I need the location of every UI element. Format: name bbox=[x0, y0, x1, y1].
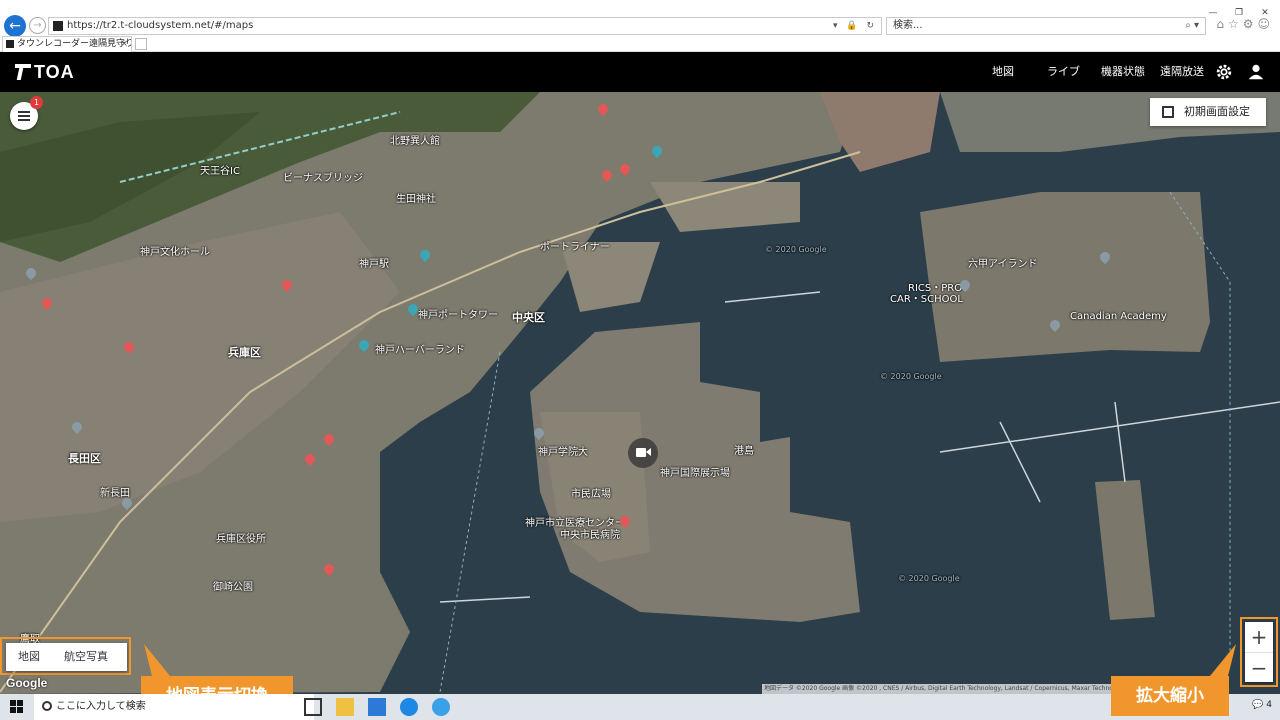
browser-tool-icons[interactable]: ⌂☆⚙☺ bbox=[1216, 17, 1274, 31]
url-text: https://tr2.t-cloudsystem.net/#/maps bbox=[67, 20, 254, 31]
camera-marker-icon[interactable] bbox=[628, 438, 658, 468]
aerial-imagery bbox=[0, 92, 1280, 694]
label-hyogo-ward: 兵庫区 bbox=[228, 346, 261, 359]
zoom-out-button[interactable]: − bbox=[1245, 652, 1273, 682]
forward-button[interactable]: → bbox=[29, 17, 46, 34]
browser-tab-bar: タウンレコーダー遠隔見守りサー... × bbox=[0, 36, 1280, 52]
label-kobe-gakuin: 神戸学院大 bbox=[538, 447, 588, 458]
label-misaki-park: 御崎公園 bbox=[213, 582, 253, 593]
browser-search-field[interactable]: 検索... ⌕ ▾ bbox=[886, 17, 1206, 35]
user-icon[interactable] bbox=[1247, 63, 1265, 81]
label-harborland: 神戸ハーバーランド bbox=[375, 345, 465, 356]
back-button[interactable]: ← bbox=[4, 15, 26, 37]
taskbar-search-text: ここに入力して検索 bbox=[56, 701, 146, 712]
label-car-school: CAR・SCHOOL bbox=[890, 294, 963, 305]
notification-badge: 1 bbox=[30, 96, 43, 109]
label-bunka-hall: 神戸文化ホール bbox=[140, 247, 210, 258]
site-favicon-icon bbox=[53, 21, 63, 31]
google-logo: Google bbox=[6, 676, 48, 690]
map-copyright-3: © 2020 Google bbox=[898, 574, 960, 583]
tab-favicon-icon bbox=[6, 40, 14, 48]
search-icon[interactable]: ⌕ ▾ bbox=[1185, 18, 1199, 34]
toa-logo-mark-icon bbox=[15, 64, 31, 80]
label-kitano: 北野異人館 bbox=[390, 136, 440, 147]
label-canadian-academy: Canadian Academy bbox=[1070, 311, 1167, 322]
logo-text: TOA bbox=[34, 62, 75, 82]
file-explorer-icon[interactable] bbox=[336, 698, 354, 716]
camera-lens bbox=[646, 448, 651, 456]
start-tile bbox=[10, 700, 16, 706]
notification-tray[interactable]: 💬 4 bbox=[1252, 700, 1272, 710]
initial-view-button[interactable]: 初期画面設定 bbox=[1150, 98, 1266, 126]
initial-view-label: 初期画面設定 bbox=[1184, 105, 1250, 118]
notification-icon: 💬 bbox=[1252, 700, 1264, 710]
taskbar-search[interactable]: ここに入力して検索 bbox=[34, 694, 314, 720]
label-nagata-ward: 長田区 bbox=[68, 452, 101, 465]
browser-tab[interactable]: タウンレコーダー遠隔見守りサー... × bbox=[2, 36, 132, 52]
label-tenjo-ic: 天王谷IC bbox=[200, 166, 240, 177]
app-header: TOA 地図 ライブ 機器状態 遠隔放送 bbox=[0, 52, 1280, 92]
map-copyright-1: © 2020 Google bbox=[765, 245, 827, 254]
url-tools-icon[interactable]: ▾ 🔒 ↻ bbox=[833, 18, 877, 34]
window-controls: — ❐ ✕ bbox=[1200, 0, 1280, 18]
label-chuo-hospital: 中央市民病院 bbox=[560, 530, 620, 541]
map-type-map-option[interactable]: 地図 bbox=[18, 643, 40, 671]
label-hyogo-ward-office: 兵庫区役所 bbox=[216, 534, 266, 545]
mail-icon[interactable] bbox=[368, 698, 386, 716]
zoom-in-button[interactable]: + bbox=[1245, 622, 1273, 652]
callout-zoom: 拡大縮小 bbox=[1111, 676, 1229, 716]
safari-icon[interactable] bbox=[400, 698, 418, 716]
map-type-satellite-option[interactable]: 航空写真 bbox=[64, 643, 108, 671]
label-port-liner: ポートライナー bbox=[540, 242, 610, 253]
map-view[interactable]: 中央区 兵庫区 長田区 神戸ポートタワー 神戸ハーバーランド 六甲アイランド R… bbox=[0, 92, 1280, 694]
hamburger-icon bbox=[18, 111, 30, 121]
nav-device-status[interactable]: 機器状態 bbox=[1101, 52, 1145, 92]
label-kokusai-tenjijo: 神戸国際展示場 bbox=[660, 468, 730, 479]
notification-count: 4 bbox=[1266, 700, 1272, 710]
nav-map[interactable]: 地図 bbox=[992, 52, 1014, 92]
callout-arrow-right bbox=[1210, 644, 1236, 676]
label-minatojima: 港島 bbox=[734, 446, 754, 457]
url-field[interactable]: https://tr2.t-cloudsystem.net/#/maps ▾ 🔒… bbox=[48, 17, 882, 35]
zoom-control: + − bbox=[1245, 622, 1273, 682]
map-copyright-2: © 2020 Google bbox=[880, 372, 942, 381]
tab-title: タウンレコーダー遠隔見守りサー... bbox=[17, 39, 132, 49]
browser-search-placeholder: 検索... bbox=[893, 20, 923, 31]
windows-start-icon[interactable] bbox=[10, 700, 24, 714]
task-view-icon[interactable] bbox=[304, 698, 322, 716]
gear-icon[interactable] bbox=[1215, 63, 1233, 81]
label-kobe-station: 神戸駅 bbox=[359, 259, 389, 270]
new-tab-icon[interactable] bbox=[135, 38, 147, 50]
callout-arrow-left bbox=[144, 644, 170, 676]
tab-close-icon[interactable]: × bbox=[120, 37, 128, 51]
label-chuo-ward: 中央区 bbox=[512, 311, 545, 324]
nav-remote-broadcast[interactable]: 遠隔放送 bbox=[1160, 52, 1204, 92]
camera-body bbox=[636, 448, 646, 457]
map-type-control: 地図 航空写真 bbox=[6, 643, 127, 671]
label-ikuta-shrine: 生田神社 bbox=[396, 194, 436, 205]
internet-explorer-icon[interactable] bbox=[432, 698, 450, 716]
label-shimin-hiroba: 市民広場 bbox=[571, 489, 611, 500]
toa-logo[interactable]: TOA bbox=[15, 61, 75, 83]
map-icon bbox=[1162, 106, 1174, 118]
label-port-tower: 神戸ポートタワー bbox=[418, 310, 498, 321]
windows-taskbar: ここに入力して検索 💬 4 bbox=[0, 694, 1280, 720]
start-tile bbox=[10, 707, 16, 713]
browser-address-bar: ← → https://tr2.t-cloudsystem.net/#/maps… bbox=[0, 0, 1280, 37]
label-venus-bridge: ビーナスブリッジ bbox=[283, 173, 363, 184]
label-rokko-island: 六甲アイランド bbox=[968, 259, 1038, 270]
taskbar-search-icon bbox=[42, 701, 52, 711]
map-attribution: 地図データ ©2020 Google 画像 ©2020 , CNES / Air… bbox=[762, 684, 1122, 694]
start-tile bbox=[17, 700, 23, 706]
start-tile bbox=[17, 707, 23, 713]
nav-live[interactable]: ライブ bbox=[1047, 52, 1080, 92]
